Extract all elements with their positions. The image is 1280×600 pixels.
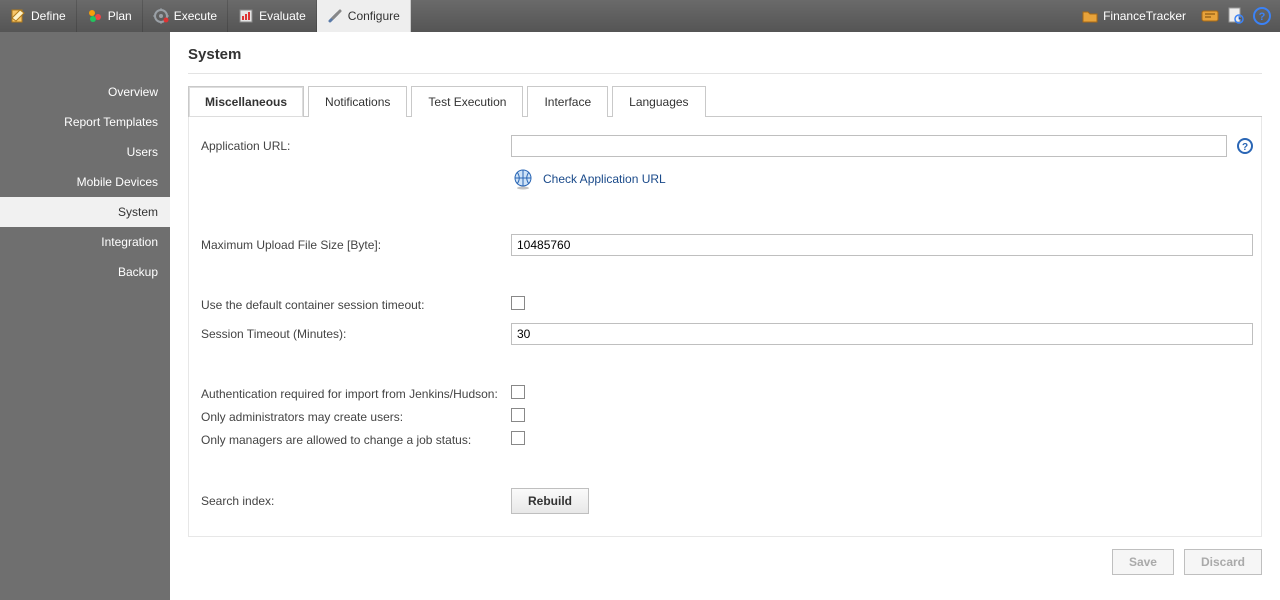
tab-label: Languages — [629, 95, 688, 109]
nav-label: Execute — [174, 9, 217, 23]
row-default-timeout: Use the default container session timeou… — [201, 296, 1253, 313]
sidebar-item-label: Integration — [101, 235, 158, 249]
plan-icon — [87, 8, 103, 24]
sidebar-item-overview[interactable]: Overview — [0, 77, 170, 107]
nav-label: Plan — [108, 9, 132, 23]
application-url-label: Application URL: — [201, 139, 511, 153]
application-url-input[interactable] — [511, 135, 1227, 157]
sidebar-item-system[interactable]: System — [0, 197, 170, 227]
sidebar-item-label: System — [118, 205, 158, 219]
help-icon[interactable]: ? — [1237, 138, 1253, 154]
search-index-label: Search index: — [201, 494, 511, 508]
sidebar-item-label: Report Templates — [64, 115, 158, 129]
tabs: Miscellaneous Notifications Test Executi… — [188, 86, 1262, 117]
session-timeout-input[interactable] — [511, 323, 1253, 345]
sidebar-item-report-templates[interactable]: Report Templates — [0, 107, 170, 137]
nav-define[interactable]: Define — [0, 0, 77, 32]
discard-button[interactable]: Discard — [1184, 549, 1262, 575]
max-upload-input[interactable] — [511, 234, 1253, 256]
row-session-timeout: Session Timeout (Minutes): — [201, 323, 1253, 345]
tab-label: Test Execution — [428, 95, 506, 109]
sidebar-item-integration[interactable]: Integration — [0, 227, 170, 257]
tab-label: Miscellaneous — [205, 95, 287, 109]
only-manager-label: Only managers are allowed to change a jo… — [201, 433, 511, 447]
tab-label: Notifications — [325, 95, 390, 109]
evaluate-icon — [238, 8, 254, 24]
nav-evaluate[interactable]: Evaluate — [228, 0, 317, 32]
sidebar-item-label: Overview — [108, 85, 158, 99]
project-selector[interactable]: FinanceTracker — [1074, 9, 1194, 23]
top-right: FinanceTracker ? — [1074, 0, 1280, 32]
tab-interface[interactable]: Interface — [527, 86, 608, 117]
check-application-url-label: Check Application URL — [543, 172, 666, 186]
page-title: System — [188, 46, 1262, 74]
folder-icon — [1082, 9, 1098, 23]
footer-actions: Save Discard — [188, 549, 1262, 575]
ticket-icon[interactable] — [1200, 6, 1220, 26]
sidebar: Overview Report Templates Users Mobile D… — [0, 32, 170, 600]
row-check-url: Check Application URL — [201, 167, 1253, 194]
sidebar-item-label: Users — [127, 145, 158, 159]
session-timeout-label: Session Timeout (Minutes): — [201, 327, 511, 341]
sidebar-item-users[interactable]: Users — [0, 137, 170, 167]
save-label: Save — [1129, 555, 1157, 569]
row-search-index: Search index: Rebuild — [201, 488, 1253, 514]
max-upload-label: Maximum Upload File Size [Byte]: — [201, 238, 511, 252]
svg-text:?: ? — [1259, 11, 1266, 23]
default-timeout-label: Use the default container session timeou… — [201, 298, 511, 312]
nav-label: Configure — [348, 9, 400, 23]
row-only-manager: Only managers are allowed to change a jo… — [201, 431, 1253, 448]
configure-icon — [327, 8, 343, 24]
rebuild-button[interactable]: Rebuild — [511, 488, 589, 514]
globe-icon — [511, 167, 535, 191]
tab-notifications[interactable]: Notifications — [308, 86, 407, 117]
tab-label: Interface — [544, 95, 591, 109]
top-toolbar: Define Plan Execute Evaluate Configure — [0, 0, 1280, 32]
execute-icon — [153, 8, 169, 24]
svg-text:?: ? — [1242, 142, 1248, 153]
auth-jenkins-label: Authentication required for import from … — [201, 387, 511, 401]
nav-label: Evaluate — [259, 9, 306, 23]
only-admin-label: Only administrators may create users: — [201, 410, 511, 424]
default-timeout-checkbox[interactable] — [511, 296, 525, 310]
rebuild-label: Rebuild — [528, 494, 572, 508]
nav-execute[interactable]: Execute — [143, 0, 228, 32]
row-application-url: Application URL: ? — [201, 135, 1253, 157]
row-auth-jenkins: Authentication required for import from … — [201, 385, 1253, 402]
form-panel: Application URL: ? Check Application URL — [188, 117, 1262, 537]
sidebar-item-label: Backup — [118, 265, 158, 279]
nav-configure[interactable]: Configure — [317, 0, 411, 32]
main-area: Overview Report Templates Users Mobile D… — [0, 32, 1280, 600]
only-manager-checkbox[interactable] — [511, 431, 525, 445]
tab-test-execution[interactable]: Test Execution — [411, 86, 523, 117]
document-refresh-icon[interactable] — [1226, 6, 1246, 26]
nav-plan[interactable]: Plan — [77, 0, 143, 32]
content: System Miscellaneous Notifications Test … — [170, 32, 1280, 600]
only-admin-checkbox[interactable] — [511, 408, 525, 422]
check-application-url-link[interactable]: Check Application URL — [511, 167, 666, 191]
tab-languages[interactable]: Languages — [612, 86, 705, 117]
auth-jenkins-checkbox[interactable] — [511, 385, 525, 399]
sidebar-item-backup[interactable]: Backup — [0, 257, 170, 287]
sidebar-item-label: Mobile Devices — [77, 175, 158, 189]
save-button[interactable]: Save — [1112, 549, 1174, 575]
define-icon — [10, 8, 26, 24]
project-label: FinanceTracker — [1103, 9, 1186, 23]
row-only-admin: Only administrators may create users: — [201, 408, 1253, 425]
sidebar-item-mobile-devices[interactable]: Mobile Devices — [0, 167, 170, 197]
discard-label: Discard — [1201, 555, 1245, 569]
nav-label: Define — [31, 9, 66, 23]
tab-miscellaneous[interactable]: Miscellaneous — [188, 86, 304, 117]
help-icon[interactable]: ? — [1252, 6, 1272, 26]
row-max-upload: Maximum Upload File Size [Byte]: — [201, 234, 1253, 256]
top-nav: Define Plan Execute Evaluate Configure — [0, 0, 411, 32]
